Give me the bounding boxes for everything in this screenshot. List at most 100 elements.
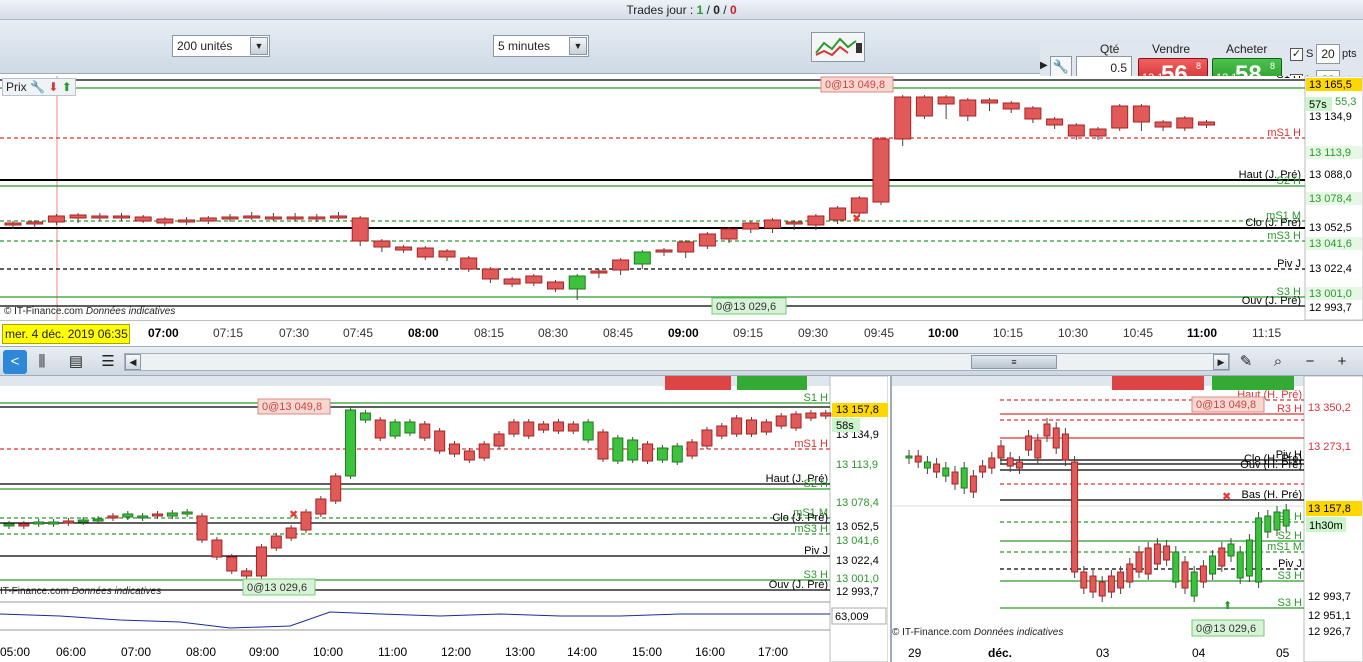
price-label: 13 088,0 xyxy=(1309,169,1352,181)
candle-body xyxy=(69,214,87,219)
price-indicator-header: Prix 🔧 ⬇ ⬆ xyxy=(2,78,76,96)
zoom-fit-icon[interactable]: ⌕ xyxy=(1266,350,1290,374)
level-label: Piv J xyxy=(804,545,828,557)
candle-body xyxy=(460,257,478,270)
cursor-icon[interactable]: ✎ xyxy=(1234,350,1258,374)
candle-body xyxy=(226,556,238,572)
objects-icon[interactable]: ☰ xyxy=(96,350,120,374)
price-indicator-label: Prix xyxy=(6,80,27,94)
candle-body xyxy=(1176,117,1194,129)
candle-body xyxy=(351,217,369,242)
time-label: 09:15 xyxy=(733,326,764,340)
period-select[interactable]: 5 minutes ▼ xyxy=(493,35,589,57)
candle-body xyxy=(478,443,490,459)
candle-timer: 1h30m xyxy=(1309,520,1343,532)
collapse-arrow-icon[interactable]: ▶ xyxy=(1040,60,1048,71)
buy-button-ghost xyxy=(1212,376,1294,390)
price-label: 13 165,5 xyxy=(1309,79,1352,91)
candle-body xyxy=(1181,561,1189,589)
sell-button-ghost xyxy=(1112,376,1204,390)
candle-body xyxy=(1089,128,1107,137)
sell-label: Vendre xyxy=(1152,42,1191,56)
chart-type-button[interactable] xyxy=(811,32,865,62)
scroll-right-icon[interactable]: ▶ xyxy=(1213,354,1229,370)
candle-body xyxy=(1061,433,1069,461)
wrench-icon[interactable]: 🔧 xyxy=(1050,56,1072,78)
time-label: 04 xyxy=(1192,646,1206,660)
price-label: 13 273,1 xyxy=(1308,441,1351,453)
stop-checkbox[interactable]: ✓ xyxy=(1290,48,1303,61)
cursor-date-label: mer. 4 déc. 2019 06:35 xyxy=(2,324,130,344)
scroll-thumb[interactable]: ≡ xyxy=(971,355,1057,369)
time-label: 11:15 xyxy=(1252,326,1282,340)
candle-body xyxy=(1107,575,1115,593)
trades-count-2: 0 xyxy=(713,3,720,17)
candle-body xyxy=(1190,571,1198,597)
timer-price: 55,3 xyxy=(1335,96,1356,108)
trades-status-bar: Trades jour : 1 / 0 / 0 xyxy=(0,0,1363,20)
candle-body xyxy=(552,421,564,432)
candle-body xyxy=(1255,517,1263,583)
candle-body xyxy=(48,521,60,525)
units-select[interactable]: 200 unités ▼ xyxy=(172,35,270,57)
price-label: 13 157,8 xyxy=(836,404,879,416)
time-label: 07:15 xyxy=(213,326,244,340)
chart-toolbar: 200 unités ▼ 5 minutes ▼ ▶ 🔧 Qté 0.5 Ven… xyxy=(0,20,1363,94)
main-price-chart[interactable]: S1 HmS1 HHaut (J. Pré)S2 HmS1 MClo (J. P… xyxy=(0,76,1363,320)
price-label: 12 951,1 xyxy=(1308,610,1351,622)
down-red-icon[interactable]: ⬇ xyxy=(48,80,58,94)
time-scrollbar[interactable]: ◀ ≡ ▶ xyxy=(124,353,1230,371)
candle-body xyxy=(742,222,760,230)
left-chart-canvas[interactable]: S1 HmS1 HHaut (J. Pré)S2 HmS1 MClo (J. P… xyxy=(0,376,888,662)
indicators-icon[interactable]: ▤ xyxy=(64,350,88,374)
price-label: 13 113,9 xyxy=(836,459,878,471)
candle-body xyxy=(92,518,104,522)
secondary-chart-left[interactable]: S1 HmS1 H Haut (J. Pré) S2 HmS1 M Clo (J. P… xyxy=(0,376,888,662)
share-icon[interactable]: < xyxy=(3,350,27,374)
candle-body xyxy=(1153,543,1161,565)
zoom-in-icon[interactable]: + xyxy=(1330,350,1354,374)
candle-body xyxy=(178,219,196,223)
level-label: S2 H xyxy=(1277,175,1302,187)
candle-body xyxy=(923,461,931,469)
candle-body xyxy=(1126,563,1134,583)
stop-points-input[interactable]: 20 xyxy=(1316,44,1340,64)
chart-footer: © IT-Finance.com Données indicatives xyxy=(4,306,175,317)
candle-body xyxy=(655,249,673,253)
candle-body xyxy=(77,519,89,523)
zoom-out-icon[interactable]: − xyxy=(1298,350,1322,374)
candle-body xyxy=(942,467,950,477)
candle-body xyxy=(1024,107,1042,120)
candle-body xyxy=(1172,551,1180,583)
candle-body xyxy=(1067,124,1085,137)
candle-body xyxy=(113,215,130,219)
price-label: 13 134,9 xyxy=(1309,111,1352,123)
trade-marker-bottom: 0@13 029,6 xyxy=(716,301,776,313)
price-label: 13 041,6 xyxy=(1309,238,1352,250)
candle-body xyxy=(997,445,1005,459)
price-label: 13 078,4 xyxy=(1309,193,1352,205)
level-label: mS1 H xyxy=(794,438,828,450)
candle-body xyxy=(1144,547,1152,575)
wrench-icon[interactable]: 🔧 xyxy=(30,80,45,94)
time-label: 07:00 xyxy=(148,326,179,340)
candle-body xyxy=(937,96,955,105)
price-label: 13 022,4 xyxy=(1309,263,1352,275)
right-chart-canvas[interactable]: Haut (H. Pré)R3 HPiv HClo (H. Pré)Ouv (H… xyxy=(892,376,1363,662)
chevron-down-icon[interactable]: ▼ xyxy=(250,37,268,55)
candle-body xyxy=(122,513,134,518)
candle-body xyxy=(1071,461,1079,573)
time-label: 29 xyxy=(908,646,922,660)
candle-body xyxy=(1199,565,1207,583)
candle-type-icon[interactable]: ⫼ xyxy=(30,350,54,374)
main-chart-canvas[interactable]: S1 HmS1 HHaut (J. Pré)S2 HmS1 MClo (J. P… xyxy=(0,76,1363,320)
time-label: 11:00 xyxy=(1187,326,1218,340)
scroll-left-icon[interactable]: ◀ xyxy=(125,354,141,370)
secondary-chart-right[interactable]: Haut (H. Pré) R3 H Piv H Clo (H. Pré) Ouv (H… xyxy=(890,376,1363,662)
level-label: S3 H xyxy=(1278,597,1303,609)
up-green-icon[interactable]: ⬆ xyxy=(62,80,72,94)
chevron-down-icon[interactable]: ▼ xyxy=(569,37,587,55)
candle-body xyxy=(850,197,868,214)
candle-body xyxy=(26,221,44,225)
units-select-value: 200 unités xyxy=(177,39,233,53)
